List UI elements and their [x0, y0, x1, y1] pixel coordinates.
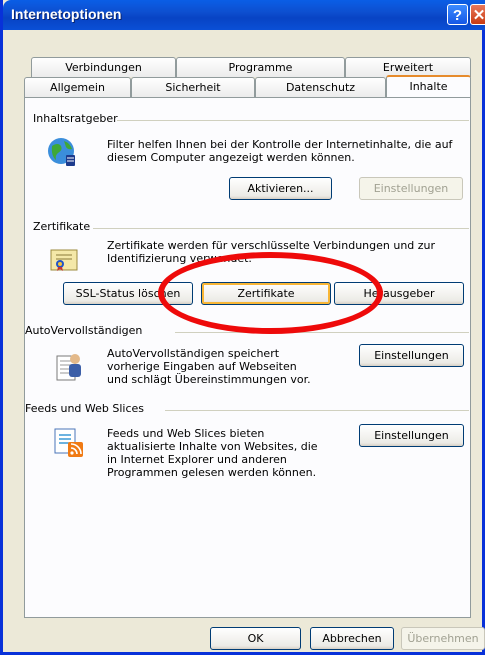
tab-verbindungen[interactable]: Verbindungen: [31, 57, 176, 77]
group-title-zertifikate: Zertifikate: [33, 220, 91, 233]
ok-button[interactable]: OK: [210, 627, 301, 650]
group-title-feeds: Feeds und Web Slices: [25, 402, 145, 415]
tab-sicherheit[interactable]: Sicherheit: [131, 77, 255, 97]
group-divider: [175, 332, 469, 333]
inhaltsratgeber-desc-1: Filter helfen Ihnen bei der Kontrolle de…: [107, 138, 453, 151]
feeds-desc-1: Feeds und Web Slices bieten: [107, 427, 265, 440]
certificate-icon: [50, 249, 78, 271]
inhaltsratgeber-settings-button[interactable]: Einstellungen: [359, 177, 463, 200]
window-title: Internetoptionen: [11, 6, 122, 22]
group-divider: [117, 120, 469, 121]
feeds-settings-button[interactable]: Einstellungen: [359, 424, 464, 447]
internet-options-window: Internetoptionen ? ✕ Verbindungen Progra…: [0, 0, 485, 655]
apply-button[interactable]: Übernehmen: [401, 627, 485, 650]
group-title-autocomplete: AutoVervollständigen: [25, 324, 143, 337]
zertifikate-desc-1: Zertifikate werden für verschlüsselte Ve…: [107, 239, 436, 252]
group-title-inhaltsratgeber: Inhaltsratgeber: [33, 112, 118, 125]
autocomplete-icon: [56, 354, 81, 381]
tab-inhalte[interactable]: Inhalte: [386, 75, 471, 97]
tab-programme[interactable]: Programme: [176, 57, 345, 77]
cancel-button[interactable]: Abbrechen: [310, 627, 394, 650]
group-divider: [93, 228, 469, 229]
close-button[interactable]: ✕: [470, 4, 485, 25]
feeds-desc-4: Programmen gelesen werden können.: [107, 466, 317, 479]
autocomplete-desc-1: AutoVervollständigen speichert: [107, 347, 280, 360]
tab-erweitert[interactable]: Erweitert: [345, 57, 471, 77]
tab-datenschutz[interactable]: Datenschutz: [255, 77, 386, 97]
autocomplete-settings-button[interactable]: Einstellungen: [359, 344, 464, 367]
red-highlight-annotation: [158, 252, 383, 334]
group-divider: [165, 410, 469, 411]
inhaltsratgeber-desc-2: diesem Computer angezeigt werden können.: [107, 151, 355, 164]
autocomplete-desc-3: und schlägt Übereinstimmungen vor.: [107, 373, 311, 386]
tab-allgemein[interactable]: Allgemein: [24, 77, 131, 97]
globe-icon: [48, 138, 75, 166]
feeds-icon: [54, 428, 83, 457]
help-button[interactable]: ?: [447, 4, 468, 25]
aktivieren-button[interactable]: Aktivieren...: [229, 177, 332, 200]
feeds-desc-2: aktualisierte Inhalte von Websites, die: [107, 440, 318, 453]
title-bar[interactable]: Internetoptionen ? ✕: [3, 0, 485, 30]
autocomplete-desc-2: vorherige Eingaben auf Webseiten: [107, 360, 297, 373]
feeds-desc-3: in Internet Explorer und anderen: [107, 453, 287, 466]
